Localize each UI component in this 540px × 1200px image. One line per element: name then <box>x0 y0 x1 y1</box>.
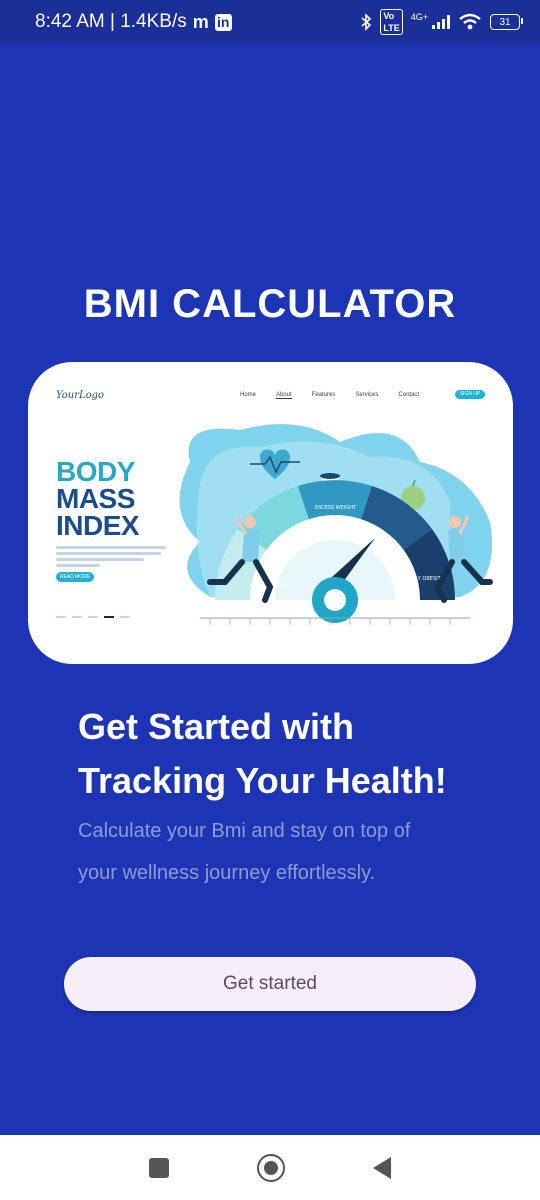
hero-dots <box>56 616 130 618</box>
hero-link-contact: Contact <box>398 392 420 398</box>
headline-line1: Get Started with <box>78 706 355 747</box>
hero-heading-line1: BODY <box>56 456 135 487</box>
gauge-label-normal: NORMAL <box>282 538 304 544</box>
subtext-line1: Calculate your Bmi and stay on top of <box>78 820 411 842</box>
status-right: Vo LTE 4G+ 31 <box>360 9 523 35</box>
status-bar: 8:42 AM | 1.4KB/s m in Vo LTE 4G+ 31 <box>0 0 540 44</box>
system-nav-bar <box>0 1135 540 1200</box>
volte-icon: Vo LTE <box>380 9 403 35</box>
hero-read-more: READ MORE <box>56 572 94 582</box>
network-type: 4G+ <box>410 12 428 22</box>
hero-nav: YourLogo Home About Features Services Co… <box>56 388 485 404</box>
hero-link-about: About <box>276 392 292 399</box>
hero-logo: YourLogo <box>56 390 105 401</box>
status-time: 8:42 AM | 1.4KB/s <box>35 11 187 32</box>
get-started-button[interactable]: Get started <box>64 957 476 1011</box>
subtext-line2: your wellness journey effortlessly. <box>78 862 376 884</box>
headline-line2: Tracking Your Health! <box>78 760 447 801</box>
hero-image: YourLogo Home About Features Services Co… <box>28 362 513 664</box>
gauge-label-obesity: OBESITY <box>375 540 397 546</box>
hero-signup: SIGN UP <box>455 390 485 399</box>
bmi-gauge-illustration: UNDERWEIGHT NORMAL EXCESS WEIGHT OBESITY… <box>179 424 493 625</box>
m-icon: m <box>192 11 209 32</box>
hero-link-features: Features <box>311 392 336 398</box>
battery-icon: 31 <box>490 14 523 30</box>
hero-heading-line2: MASS <box>56 483 135 514</box>
app-title: BMI CALCULATOR <box>83 282 457 326</box>
gauge-label-excess-weight: EXCESS WEIGHT <box>315 505 357 511</box>
signal-icon <box>432 15 450 29</box>
hero-link-services: Services <box>355 392 379 398</box>
headline: Get Started with Tracking Your Health! <box>78 700 498 808</box>
status-left: 8:42 AM | 1.4KB/s m in <box>35 11 232 33</box>
wifi-icon <box>459 13 481 30</box>
bluetooth-icon <box>361 13 372 31</box>
back-icon[interactable] <box>373 1156 391 1179</box>
hero-link-home: Home <box>240 392 257 398</box>
hero-body-text <box>56 546 166 570</box>
linkedin-icon: in <box>214 13 232 31</box>
home-icon[interactable] <box>257 1153 285 1182</box>
gauge-label-extremely-obesity: EXTREMELY OBESITY <box>392 576 445 582</box>
subtext: Calculate your Bmi and stay on top of yo… <box>78 810 498 894</box>
battery-level: 31 <box>499 16 511 28</box>
hero-heading-line3: INDEX <box>56 510 140 541</box>
hero-nav-links: Home About Features Services Contact <box>240 392 419 399</box>
recents-icon[interactable] <box>149 1157 169 1178</box>
hero-heading: BODY MASS INDEX <box>56 456 140 541</box>
